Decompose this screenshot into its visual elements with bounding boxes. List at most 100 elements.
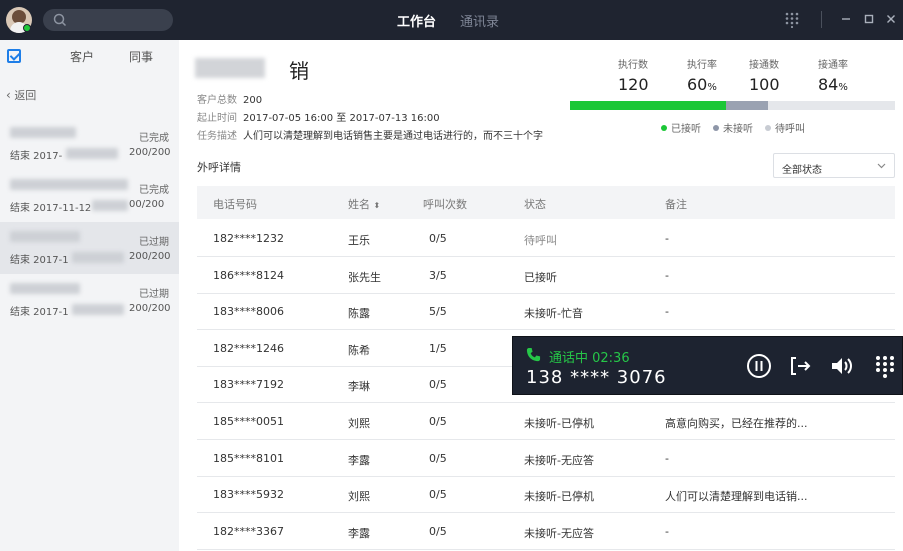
meta-description: 任务描述 人们可以清楚理解到电话销售主要是通过电话进行的，而不三十个字 bbox=[197, 131, 543, 142]
cell-call-count: 0/5 bbox=[429, 415, 447, 428]
cell-notes: - bbox=[665, 305, 669, 319]
task-item-selected[interactable]: 已过期 结束 2017-1 200/200 bbox=[0, 222, 179, 274]
dialpad-icon[interactable] bbox=[785, 12, 799, 28]
column-status: 状态 bbox=[524, 198, 546, 211]
page-title: 销 bbox=[289, 59, 309, 83]
task-item[interactable]: 已过期 结束 2017-1 200/200 bbox=[0, 274, 179, 326]
task-date-redacted bbox=[72, 252, 124, 263]
task-date-redacted bbox=[66, 148, 118, 159]
cell-name: 王乐 bbox=[348, 234, 370, 247]
table-row[interactable]: 185****0051 刘熙 0/5 未接听-已停机 高意向购买，已经在推荐的... bbox=[197, 403, 895, 440]
cell-call-count: 0/5 bbox=[429, 488, 447, 502]
cell-name: 李琳 bbox=[348, 380, 370, 394]
cell-phone: 186****8124 bbox=[213, 268, 284, 282]
cell-phone: 183****8006 bbox=[213, 305, 284, 319]
cell-call-count: 0/5 bbox=[429, 232, 447, 245]
task-status: 已完成 bbox=[139, 133, 169, 144]
cell-phone: 182****1232 bbox=[213, 232, 284, 245]
table-row[interactable]: 183****8006 陈露 5/5 未接听-忙音 - bbox=[197, 293, 895, 331]
table-row[interactable]: 185****8101 李露 0/5 未接听-无应答 - bbox=[197, 440, 895, 477]
cell-notes: - bbox=[665, 232, 669, 245]
column-name[interactable]: 姓名 ⬍ bbox=[348, 196, 380, 212]
search-icon bbox=[53, 13, 67, 27]
tab-customers[interactable]: 客户 bbox=[70, 48, 94, 65]
top-bar: 工作台 通讯录 bbox=[0, 0, 903, 40]
cell-notes: 高意向购买，已经在推荐的... bbox=[665, 417, 808, 430]
call-panel: 通话中 02:36 138 **** 3076 bbox=[512, 336, 903, 395]
task-end-date: 结束 2017-1 bbox=[10, 255, 69, 266]
cell-status: 已接听 bbox=[524, 270, 557, 284]
cell-phone: 183****5932 bbox=[213, 488, 284, 502]
sort-icon: ⬍ bbox=[373, 201, 381, 210]
speaker-button[interactable] bbox=[829, 353, 855, 379]
table-header: 电话号码 姓名 ⬍ 呼叫次数 状态 备注 bbox=[197, 186, 895, 219]
call-status: 通话中 02:36 bbox=[549, 351, 630, 366]
task-count: 200/200 bbox=[129, 303, 171, 314]
task-title-redacted bbox=[10, 127, 76, 138]
dot-icon bbox=[765, 125, 771, 131]
status-filter-select[interactable]: 全部状态 bbox=[773, 153, 895, 178]
table-row[interactable]: 182****3367 李露 0/5 未接听-无应答 - bbox=[197, 513, 895, 550]
cell-notes: - bbox=[665, 524, 669, 538]
dialpad-button[interactable] bbox=[872, 353, 898, 379]
cell-status: 未接听-忙音 bbox=[524, 307, 583, 321]
task-count: 200/200 bbox=[129, 251, 171, 262]
cell-name: 陈露 bbox=[348, 307, 370, 321]
table-row[interactable]: 183****5932 刘熙 0/5 未接听-已停机 人们可以清楚理解到电话销... bbox=[197, 476, 895, 514]
cell-call-count: 5/5 bbox=[429, 305, 447, 319]
cell-status: 未接听-无应答 bbox=[524, 526, 594, 540]
cell-status: 未接听-已停机 bbox=[524, 490, 594, 504]
phone-icon bbox=[526, 347, 541, 362]
legend-unanswered: 未接听 bbox=[713, 120, 753, 135]
dot-icon bbox=[713, 125, 719, 131]
cell-status: 未接听-已停机 bbox=[524, 417, 594, 430]
task-status: 已过期 bbox=[139, 289, 169, 300]
sidebar: 客户 同事 ‹ 返回 已完成 结束 2017- 200/200 已完成 结束 2… bbox=[0, 40, 179, 551]
stat-connected: 接通数 100 bbox=[749, 60, 780, 94]
cell-name: 陈希 bbox=[348, 343, 370, 357]
task-item[interactable]: 已完成 结束 2017- 200/200 bbox=[0, 118, 179, 170]
tab-contacts[interactable]: 通讯录 bbox=[460, 11, 499, 30]
task-end-date: 结束 2017-11-12 bbox=[10, 203, 92, 214]
stat-connect-rate: 接通率 84% bbox=[818, 60, 848, 94]
close-icon[interactable] bbox=[886, 14, 896, 24]
cell-phone: 182****1246 bbox=[213, 341, 284, 355]
back-button[interactable]: ‹ 返回 bbox=[6, 87, 36, 103]
cell-name: 刘熙 bbox=[348, 417, 370, 430]
cell-notes: 人们可以清楚理解到电话销... bbox=[665, 490, 808, 504]
table-row[interactable]: 186****8124 张先生 3/5 已接听 - bbox=[197, 257, 895, 294]
meta-total: 客户总数 200 bbox=[197, 95, 263, 106]
cell-call-count: 3/5 bbox=[429, 268, 447, 282]
task-date-redacted bbox=[92, 200, 128, 211]
progress-answered bbox=[570, 101, 726, 110]
chevron-down-icon bbox=[877, 163, 886, 169]
cell-name: 李露 bbox=[348, 526, 370, 540]
task-status: 已过期 bbox=[139, 237, 169, 248]
pause-button[interactable] bbox=[746, 353, 772, 379]
table-row[interactable]: 182****1232 王乐 0/5 待呼叫 - bbox=[197, 220, 895, 257]
search-input[interactable] bbox=[43, 9, 173, 31]
minimize-icon[interactable] bbox=[841, 14, 851, 24]
column-phone: 电话号码 bbox=[213, 198, 257, 211]
tab-colleagues[interactable]: 同事 bbox=[129, 48, 153, 65]
cell-phone: 185****8101 bbox=[213, 451, 284, 465]
progress-unanswered bbox=[726, 101, 769, 110]
column-notes: 备注 bbox=[665, 198, 687, 211]
task-count: 00/200 bbox=[129, 199, 165, 210]
divider bbox=[821, 11, 822, 28]
transfer-button[interactable] bbox=[788, 353, 814, 379]
maximize-icon[interactable] bbox=[864, 14, 874, 24]
stat-executed: 执行数 120 bbox=[618, 60, 649, 94]
online-status-icon bbox=[23, 24, 31, 32]
task-end-date: 结束 2017- bbox=[10, 151, 63, 162]
cell-call-count: 0/5 bbox=[429, 524, 447, 538]
status-filter-value: 全部状态 bbox=[782, 165, 822, 176]
task-title-redacted bbox=[10, 179, 128, 190]
cell-call-count: 0/5 bbox=[429, 378, 447, 392]
tab-workbench[interactable]: 工作台 bbox=[397, 11, 436, 30]
cell-notes: - bbox=[665, 451, 669, 465]
checkbox-icon[interactable] bbox=[7, 49, 21, 63]
task-item[interactable]: 已完成 结束 2017-11-12 00/200 bbox=[0, 170, 179, 222]
cell-phone: 182****3367 bbox=[213, 524, 284, 538]
task-title-redacted bbox=[195, 58, 265, 78]
